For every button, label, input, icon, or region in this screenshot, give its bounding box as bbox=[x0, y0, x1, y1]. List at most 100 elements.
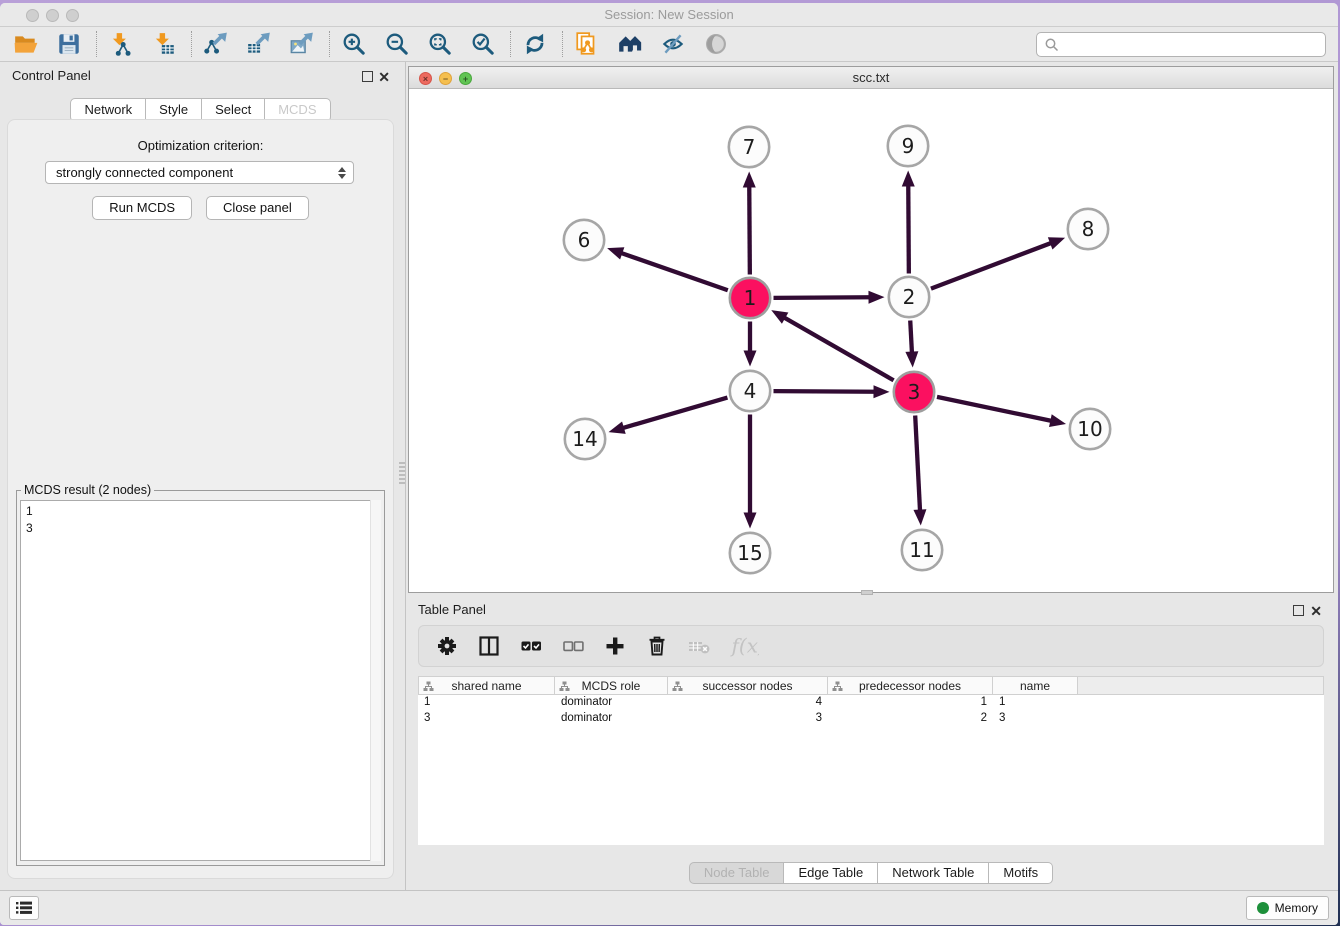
graph-node-15[interactable]: 15 bbox=[730, 533, 770, 573]
column-header-name[interactable]: name bbox=[993, 676, 1078, 695]
mcds-result-textarea[interactable]: 1 3 bbox=[20, 500, 381, 861]
cell-name[interactable]: 1 bbox=[993, 695, 1078, 711]
search-input[interactable] bbox=[1036, 32, 1326, 57]
edge-2-9[interactable] bbox=[908, 183, 909, 273]
close-panel-icon[interactable]: ✕ bbox=[378, 69, 390, 86]
control-panel: Control Panel ✕ NetworkStyleSelectMCDS O… bbox=[0, 62, 401, 890]
style-preview-button[interactable] bbox=[655, 29, 691, 59]
tree-icon bbox=[832, 681, 843, 692]
edge-1-7[interactable] bbox=[749, 184, 750, 274]
edge-2-8[interactable] bbox=[931, 242, 1053, 288]
edge-4-14[interactable] bbox=[621, 398, 727, 429]
unchecked-boxes-button[interactable] bbox=[561, 634, 585, 658]
cell-MCDS-role[interactable]: dominator bbox=[555, 711, 668, 727]
open-network-file-button[interactable] bbox=[569, 29, 605, 59]
column-header-filler bbox=[1078, 676, 1324, 695]
tab-edge-table[interactable]: Edge Table bbox=[784, 862, 878, 884]
cell-predecessor-nodes[interactable]: 1 bbox=[828, 695, 993, 711]
export-image-button[interactable] bbox=[284, 29, 320, 59]
edge-4-3[interactable] bbox=[773, 391, 876, 392]
graph-node-10[interactable]: 10 bbox=[1070, 409, 1110, 449]
memory-button[interactable]: Memory bbox=[1246, 896, 1329, 920]
checked-boxes-button[interactable] bbox=[519, 634, 543, 658]
edge-3-11[interactable] bbox=[915, 415, 920, 512]
home-button[interactable] bbox=[612, 29, 648, 59]
export-table-icon bbox=[246, 31, 272, 57]
table-panel: Table Panel ✕ f(x) shared nameMCDS roles… bbox=[408, 596, 1334, 886]
import-table-button[interactable] bbox=[146, 29, 182, 59]
close-table-panel-icon[interactable]: ✕ bbox=[1310, 603, 1322, 620]
zoom-in-button[interactable] bbox=[336, 29, 372, 59]
edge-2-3[interactable] bbox=[910, 320, 912, 354]
edge-3-1[interactable] bbox=[783, 317, 894, 381]
column-header-MCDS-role[interactable]: MCDS role bbox=[555, 676, 668, 695]
refresh-button[interactable] bbox=[517, 29, 553, 59]
close-panel-button[interactable]: Close panel bbox=[206, 196, 309, 220]
export-table-button[interactable] bbox=[241, 29, 277, 59]
network-window-title: scc.txt bbox=[409, 70, 1333, 85]
toolbar-separator bbox=[191, 31, 192, 57]
cell-MCDS-role[interactable]: dominator bbox=[555, 695, 668, 711]
result-scrollbar[interactable] bbox=[370, 500, 381, 861]
edge-1-2[interactable] bbox=[773, 297, 871, 298]
network-resize-grip[interactable] bbox=[861, 590, 873, 595]
column-header-successor-nodes[interactable]: successor nodes bbox=[668, 676, 828, 695]
cell-successor-nodes[interactable]: 4 bbox=[668, 695, 828, 711]
graph-node-3[interactable]: 3 bbox=[894, 372, 934, 412]
tab-node-table[interactable]: Node Table bbox=[689, 862, 785, 884]
task-history-button[interactable] bbox=[9, 896, 39, 920]
open-folder-button[interactable] bbox=[8, 29, 44, 59]
gear-button[interactable] bbox=[435, 634, 459, 658]
columns-button[interactable] bbox=[477, 634, 501, 658]
table-row[interactable]: 3dominator323 bbox=[418, 711, 1324, 727]
svg-text:8: 8 bbox=[1082, 217, 1095, 241]
toolbar-separator bbox=[510, 31, 511, 57]
graph-node-7[interactable]: 7 bbox=[729, 127, 769, 167]
column-header-predecessor-nodes[interactable]: predecessor nodes bbox=[828, 676, 993, 695]
arrowhead-2-8 bbox=[1048, 237, 1065, 249]
zoom-fit-button[interactable] bbox=[422, 29, 458, 59]
tab-motifs[interactable]: Motifs bbox=[989, 862, 1053, 884]
graph-node-8[interactable]: 8 bbox=[1068, 209, 1108, 249]
splitter-grip[interactable] bbox=[399, 462, 405, 484]
memory-label: Memory bbox=[1275, 901, 1318, 915]
run-mcds-button[interactable]: Run MCDS bbox=[92, 196, 192, 220]
preview-eye-button[interactable] bbox=[698, 29, 734, 59]
graph-node-1[interactable]: 1 bbox=[730, 278, 770, 318]
table-panel-title: Table Panel bbox=[418, 602, 486, 617]
network-canvas[interactable]: 7 9 6 8 1 2 4 3 14 10 15 11 bbox=[409, 89, 1333, 592]
float-panel-icon[interactable] bbox=[362, 71, 373, 82]
svg-text:15: 15 bbox=[737, 541, 762, 565]
tab-network-table[interactable]: Network Table bbox=[878, 862, 989, 884]
graph-node-6[interactable]: 6 bbox=[564, 220, 604, 260]
export-network-button[interactable] bbox=[198, 29, 234, 59]
table-row[interactable]: 1dominator411 bbox=[418, 695, 1324, 711]
graph-node-2[interactable]: 2 bbox=[889, 277, 929, 317]
criterion-select[interactable]: strongly connected component bbox=[45, 161, 354, 184]
graph-node-9[interactable]: 9 bbox=[888, 126, 928, 166]
cell-shared-name[interactable]: 3 bbox=[418, 711, 555, 727]
cell-shared-name[interactable]: 1 bbox=[418, 695, 555, 711]
trash-button[interactable] bbox=[645, 634, 669, 658]
plus-button[interactable] bbox=[603, 634, 627, 658]
graph-node-11[interactable]: 11 bbox=[902, 530, 942, 570]
float-table-panel-icon[interactable] bbox=[1293, 605, 1304, 616]
column-label: shared name bbox=[451, 679, 521, 693]
graph-node-14[interactable]: 14 bbox=[565, 419, 605, 459]
zoom-selected-button[interactable] bbox=[465, 29, 501, 59]
cell-predecessor-nodes[interactable]: 2 bbox=[828, 711, 993, 727]
import-network-button[interactable] bbox=[103, 29, 139, 59]
column-header-shared-name[interactable]: shared name bbox=[418, 676, 555, 695]
edge-3-10[interactable] bbox=[937, 397, 1053, 421]
panel-splitter[interactable] bbox=[405, 62, 406, 890]
edge-1-6[interactable] bbox=[619, 252, 727, 290]
arrowhead-3-10 bbox=[1049, 414, 1066, 427]
cell-name[interactable]: 3 bbox=[993, 711, 1078, 727]
zoom-out-button[interactable] bbox=[379, 29, 415, 59]
svg-text:3: 3 bbox=[908, 380, 921, 404]
refresh-icon bbox=[522, 31, 548, 57]
cell-successor-nodes[interactable]: 3 bbox=[668, 711, 828, 727]
save-button[interactable] bbox=[51, 29, 87, 59]
mcds-result-groupbox: MCDS result (2 nodes) 1 3 bbox=[16, 490, 385, 866]
graph-node-4[interactable]: 4 bbox=[730, 371, 770, 411]
